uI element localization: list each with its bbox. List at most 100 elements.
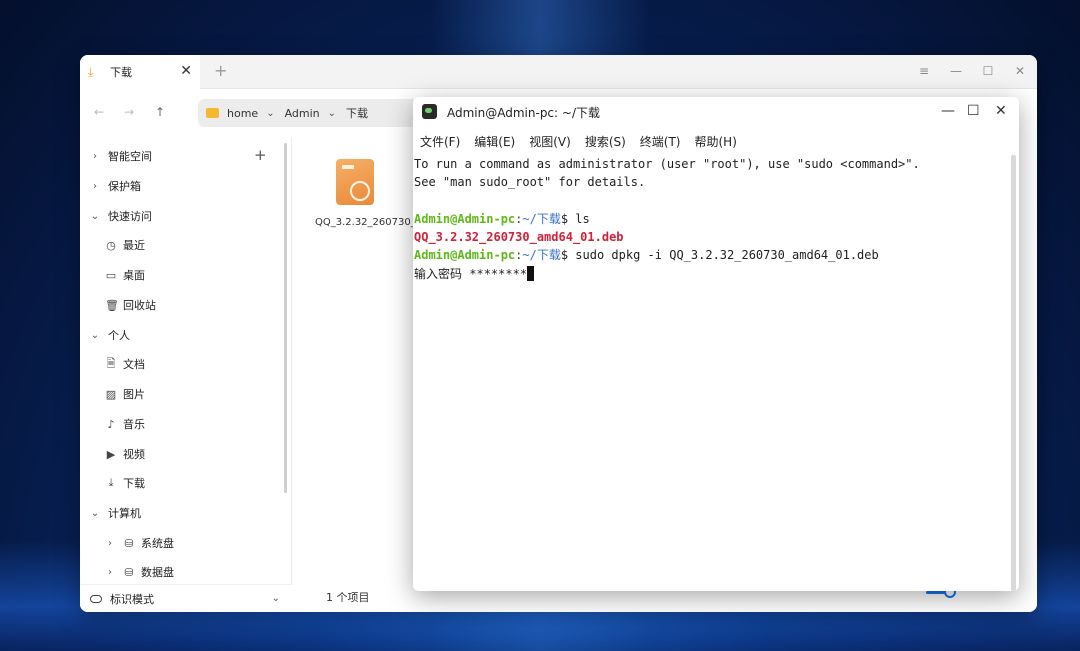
breadcrumb-label: Admin xyxy=(284,106,320,120)
back-button[interactable]: ← xyxy=(94,105,104,119)
sidebar-item-label: 数据盘 xyxy=(141,566,174,579)
breadcrumb-label: home xyxy=(227,106,259,120)
sidebar-item-desktop[interactable]: ▭ 桌面 xyxy=(105,267,145,283)
terminal-title: Admin@Admin-pc: ~/下载 xyxy=(447,106,600,120)
sidebar-item-vault[interactable]: › 保护箱 xyxy=(90,178,141,194)
chevron-down-icon[interactable]: ⌄ xyxy=(272,593,280,604)
tab-downloads[interactable]: ⤓ 下载 ✕ xyxy=(80,55,200,89)
prompt-symbol: $ xyxy=(560,211,576,226)
command-text: sudo dpkg -i QQ_3.2.32_260730_amd64_01.d… xyxy=(575,248,879,263)
file-name: QQ_3.2.32_260730_amd64_… xyxy=(315,217,466,228)
menu-view[interactable]: 视图(V) xyxy=(529,133,571,150)
sidebar-item-label: 文档 xyxy=(123,358,145,371)
close-button[interactable]: ✕ xyxy=(1013,64,1027,78)
sidebar-item-videos[interactable]: ▶ 视频 xyxy=(105,446,145,462)
trash-icon: 🗑 xyxy=(105,298,119,312)
sidebar-item-label: 系统盘 xyxy=(141,537,174,550)
view-mode-label: 标识模式 xyxy=(110,592,154,606)
close-button[interactable]: ✕ xyxy=(995,103,1007,119)
prompt-path: ~/下载 xyxy=(522,248,561,263)
view-mode-selector[interactable]: 标识模式 ⌄ xyxy=(80,584,292,612)
sidebar-item-label: 最近 xyxy=(123,239,145,252)
disk-icon: ⛁ xyxy=(124,565,134,579)
maximize-button[interactable]: ☐ xyxy=(981,64,995,78)
chevron-down-icon[interactable]: ⌄ xyxy=(90,330,100,341)
breadcrumb-admin[interactable]: Admin ⌄ xyxy=(285,107,336,120)
file-item[interactable]: QQ_3.2.32_260730_amd64_… xyxy=(315,159,466,230)
chevron-right-icon[interactable]: › xyxy=(90,151,100,162)
command-text: ls xyxy=(575,211,590,226)
text-cursor xyxy=(527,265,535,281)
prompt-symbol: $ xyxy=(560,248,576,263)
chevron-down-icon[interactable]: ⌄ xyxy=(90,211,100,222)
sidebar-item-music[interactable]: ♪ 音乐 xyxy=(105,416,145,432)
sidebar-item-recent[interactable]: ◷ 最近 xyxy=(105,237,145,253)
sidebar-scrollbar[interactable] xyxy=(284,143,287,493)
menu-file[interactable]: 文件(F) xyxy=(420,133,460,150)
prompt-path: ~/下载 xyxy=(522,211,561,226)
password-line: 输入密码 ******** xyxy=(414,265,1009,283)
sidebar-item-pictures[interactable]: ▨ 图片 xyxy=(105,386,145,402)
menu-icon[interactable]: ≡ xyxy=(917,64,931,78)
prompt-line: Admin@Admin-pc:~/下载$ ls xyxy=(414,210,1009,228)
chevron-down-icon[interactable]: ⌄ xyxy=(90,508,100,519)
tab-close-icon[interactable]: ✕ xyxy=(180,64,192,78)
breadcrumb: home ⌄ Admin ⌄ 下载 xyxy=(198,99,438,127)
minimize-button[interactable]: — xyxy=(941,103,955,119)
sidebar-item-label: 下载 xyxy=(123,477,145,490)
video-icon: ▶ xyxy=(106,447,116,461)
folder-icon xyxy=(206,108,219,118)
add-button[interactable]: + xyxy=(254,147,267,163)
deb-package-icon xyxy=(336,159,374,205)
sidebar-item-label: 视频 xyxy=(123,448,145,461)
up-button[interactable]: ↑ xyxy=(155,105,165,119)
sidebar-item-documents[interactable]: 🗎 文档 xyxy=(105,356,145,372)
terminal-output[interactable]: To run a command as administrator (user … xyxy=(413,155,1009,591)
sidebar-item-downloads[interactable]: ⤓ 下载 xyxy=(105,475,145,491)
prompt-user: Admin@Admin-pc xyxy=(414,211,516,226)
maximize-button[interactable]: ☐ xyxy=(967,103,980,119)
sidebar-item-smart-space[interactable]: › 智能空间 xyxy=(90,148,152,164)
new-tab-button[interactable]: + xyxy=(214,63,227,79)
document-icon: 🗎 xyxy=(106,356,116,370)
password-prompt: 输入密码 xyxy=(414,266,463,281)
breadcrumb-home[interactable]: home ⌄ xyxy=(206,107,275,120)
chevron-down-icon[interactable]: ⌄ xyxy=(328,108,336,119)
sidebar-item-label: 保护箱 xyxy=(108,180,141,193)
sidebar-group-computer[interactable]: ⌄ 计算机 xyxy=(90,505,141,521)
prompt-line: Admin@Admin-pc:~/下载$ sudo dpkg -i QQ_3.2… xyxy=(414,246,1009,264)
chevron-right-icon[interactable]: › xyxy=(90,181,100,192)
terminal-scrollbar[interactable] xyxy=(1011,155,1016,591)
sidebar-item-trash[interactable]: 🗑 回收站 xyxy=(105,297,156,313)
output-line: To run a command as administrator (user … xyxy=(414,157,920,171)
chevron-right-icon[interactable]: › xyxy=(105,567,115,578)
chevron-down-icon[interactable]: ⌄ xyxy=(266,108,274,119)
menu-search[interactable]: 搜索(S) xyxy=(585,133,626,150)
clock-icon: ◷ xyxy=(106,238,116,252)
chevron-right-icon[interactable]: › xyxy=(105,538,115,549)
menu-help[interactable]: 帮助(H) xyxy=(695,133,737,150)
output-line: QQ_3.2.32_260730_amd64_01.deb xyxy=(414,228,1009,246)
terminal-titlebar[interactable]: Admin@Admin-pc: ~/下载 — ☐ ✕ xyxy=(413,97,1019,127)
forward-button[interactable]: → xyxy=(124,105,134,119)
sidebar-group-quick-access[interactable]: ⌄ 快速访问 xyxy=(90,208,152,224)
password-mask: ******** xyxy=(469,266,528,281)
menu-edit[interactable]: 编辑(E) xyxy=(474,133,515,150)
sidebar-item-system-disk[interactable]: › ⛁ 系统盘 xyxy=(105,535,174,551)
breadcrumb-label: 下载 xyxy=(346,107,369,120)
sidebar-item-data-disk[interactable]: › ⛁ 数据盘 xyxy=(105,564,174,580)
download-icon: ⤓ xyxy=(108,476,114,489)
menu-terminal[interactable]: 终端(T) xyxy=(640,133,681,150)
sidebar-group-personal[interactable]: ⌄ 个人 xyxy=(90,327,130,343)
toggle-icon xyxy=(90,594,102,603)
breadcrumb-downloads[interactable]: 下载 xyxy=(346,105,368,121)
deb-file-output: QQ_3.2.32_260730_amd64_01.deb xyxy=(414,230,624,245)
sidebar-item-label: 个人 xyxy=(108,329,130,342)
sidebar-item-label: 计算机 xyxy=(108,507,141,520)
minimize-button[interactable]: — xyxy=(949,64,963,78)
sidebar: + › 智能空间 › 保护箱 ⌄ 快速访问 ◷ 最近 ▭ 桌面 🗑 回收站 ⌄ … xyxy=(80,137,292,612)
tab-bar: ⤓ 下载 ✕ + ≡ — ☐ ✕ xyxy=(80,55,1037,89)
output-line: See "man sudo_root" for details. xyxy=(414,175,646,190)
terminal-app-icon xyxy=(422,104,437,119)
